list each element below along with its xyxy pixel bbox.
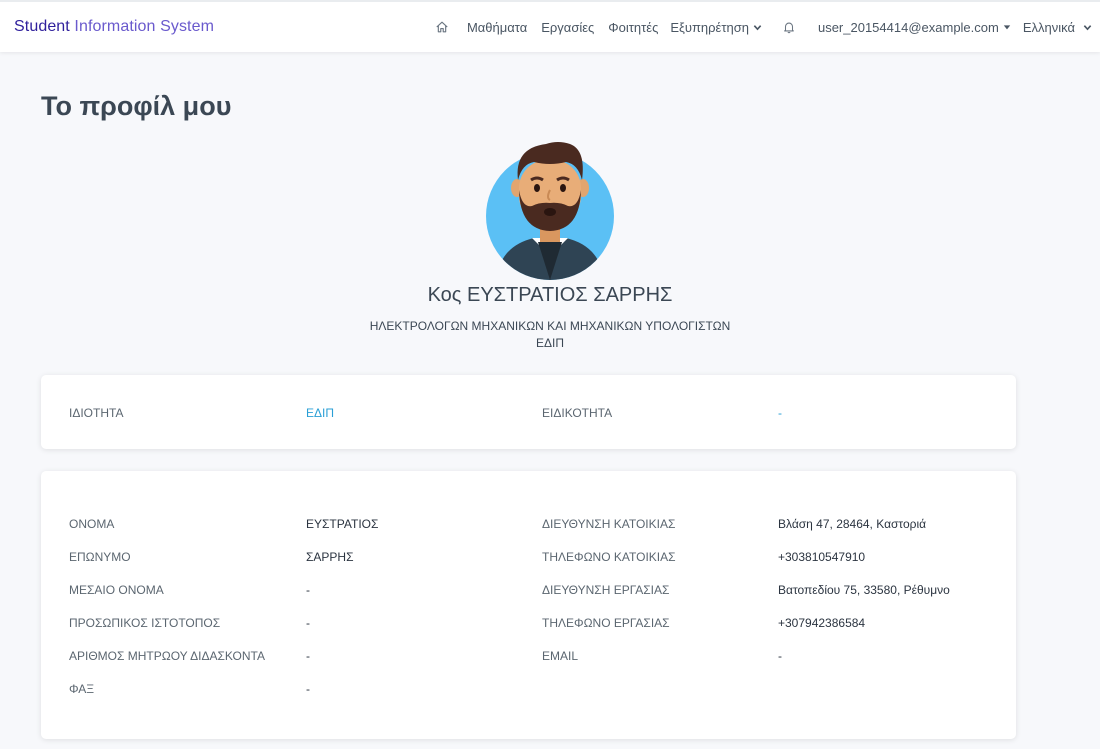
nav-service-label: Εξυπηρέτηση xyxy=(670,19,749,35)
home-icon xyxy=(436,21,448,33)
property-label: ΙΔΙΟΤΗΤΑ xyxy=(69,406,124,420)
home-link[interactable] xyxy=(435,20,449,34)
property-value: ΕΔΙΠ xyxy=(306,406,335,420)
chevron-down-icon xyxy=(753,24,762,30)
brand-part-1: Student xyxy=(14,18,70,35)
profile-role: ΕΔΙΠ xyxy=(535,336,565,350)
reg-number-label: ΑΡΙΘΜΟΣ ΜΗΤΡΩΟΥ ΔΙΔΑΣΚΟΝΤΑ xyxy=(69,649,265,663)
fax-label: ΦΑΞ xyxy=(69,682,95,696)
nav-students-label: Φοιτητές xyxy=(608,19,659,35)
email-value: - xyxy=(778,649,782,663)
middle-name-label: ΜΕΣΑΙΟ ΟΝΟΜΑ xyxy=(69,583,164,597)
nav-courses-label: Μαθήματα xyxy=(466,19,528,35)
profile-department: ΗΛΕΚΤΡΟΛΟΓΩΝ ΜΗΧΑΝΙΚΩΝ ΚΑΙ ΜΗΧΑΝΙΚΩΝ ΥΠΟ… xyxy=(369,319,731,333)
user-email-label: user_20154414@example.com xyxy=(817,19,999,35)
brand-logo[interactable]: Student Information System xyxy=(14,18,214,36)
notifications-button[interactable] xyxy=(782,20,796,34)
work-phone-label: ΤΗΛΕΦΩΝΟ ΕΡΓΑΣΙΑΣ xyxy=(542,616,670,630)
work-address-value: Βατοπεδίου 75, 33580, Ρέθυμνο xyxy=(778,583,950,597)
nav-assignments-label: Εργασίες xyxy=(541,19,595,35)
language-dropdown[interactable]: Ελληνικά xyxy=(1023,20,1092,35)
caret-down-icon xyxy=(1003,25,1011,30)
avatar-icon xyxy=(486,142,614,280)
last-name-label: ΕΠΩΝΥΜΟ xyxy=(69,550,131,564)
work-address-label: ΔΙΕΥΘΥΝΣΗ ΕΡΓΑΣΙΑΣ xyxy=(542,583,670,597)
nav-service-dropdown[interactable]: Εξυπηρέτηση xyxy=(670,20,762,35)
home-address-label: ΔΙΕΥΘΥΝΣΗ ΚΑΤΟΙΚΙΑΣ xyxy=(542,517,676,531)
first-name-value: ΕΥΣΤΡΑΤΙΟΣ xyxy=(306,517,379,531)
home-phone-value: +303810547910 xyxy=(778,550,866,564)
nav-assignments[interactable]: Εργασίες xyxy=(541,20,594,35)
user-menu-dropdown[interactable]: user_20154414@example.com xyxy=(818,20,1011,35)
language-label: Ελληνικά xyxy=(1022,19,1075,35)
profile-name: Κος ΕΥΣΤΡΑΤΙΟΣ ΣΑΡΡΗΣ xyxy=(427,284,673,306)
specialty-label: ΕΙΔΙΚΟΤΗΤΑ xyxy=(542,406,613,420)
home-address-value: Βλάση 47, 28464, Καστοριά xyxy=(778,517,927,531)
bell-icon xyxy=(784,22,794,34)
website-value: - xyxy=(306,616,310,630)
summary-card: ΙΔΙΟΤΗΤΑ ΕΔΙΠ ΕΙΔΙΚΟΤΗΤΑ - xyxy=(41,375,1016,449)
nav-menu: Μαθήματα Εργασίες Φοιτητές Εξυπηρέτηση u… xyxy=(421,2,1092,52)
website-label: ΠΡΟΣΩΠΙΚΟΣ ΙΣΤΟΤΟΠΟΣ xyxy=(69,616,221,630)
top-navbar: Student Information System Μαθήματα Εργα… xyxy=(0,0,1100,52)
brand-part-2: Information System xyxy=(74,18,215,35)
specialty-value: - xyxy=(778,406,782,420)
email-label: EMAIL xyxy=(542,649,579,663)
nav-courses[interactable]: Μαθήματα xyxy=(467,20,527,35)
nav-students[interactable]: Φοιτητές xyxy=(608,20,658,35)
last-name-value: ΣΑΡΡΗΣ xyxy=(306,550,354,564)
reg-number-value: - xyxy=(306,649,310,663)
chevron-down-icon xyxy=(1083,24,1092,30)
fax-value: - xyxy=(306,682,310,696)
details-card: ΟΝΟΜΑ ΕΥΣΤΡΑΤΙΟΣ ΕΠΩΝΥΜΟ ΣΑΡΡΗΣ ΜΕΣΑΙΟ Ο… xyxy=(41,471,1016,739)
home-phone-label: ΤΗΛΕΦΩΝΟ ΚΑΤΟΙΚΙΑΣ xyxy=(542,550,676,564)
work-phone-value: +307942386584 xyxy=(778,616,866,630)
middle-name-value: - xyxy=(306,583,310,597)
page-title: Το προφίλ μου xyxy=(41,91,232,121)
first-name-label: ΟΝΟΜΑ xyxy=(69,517,115,531)
